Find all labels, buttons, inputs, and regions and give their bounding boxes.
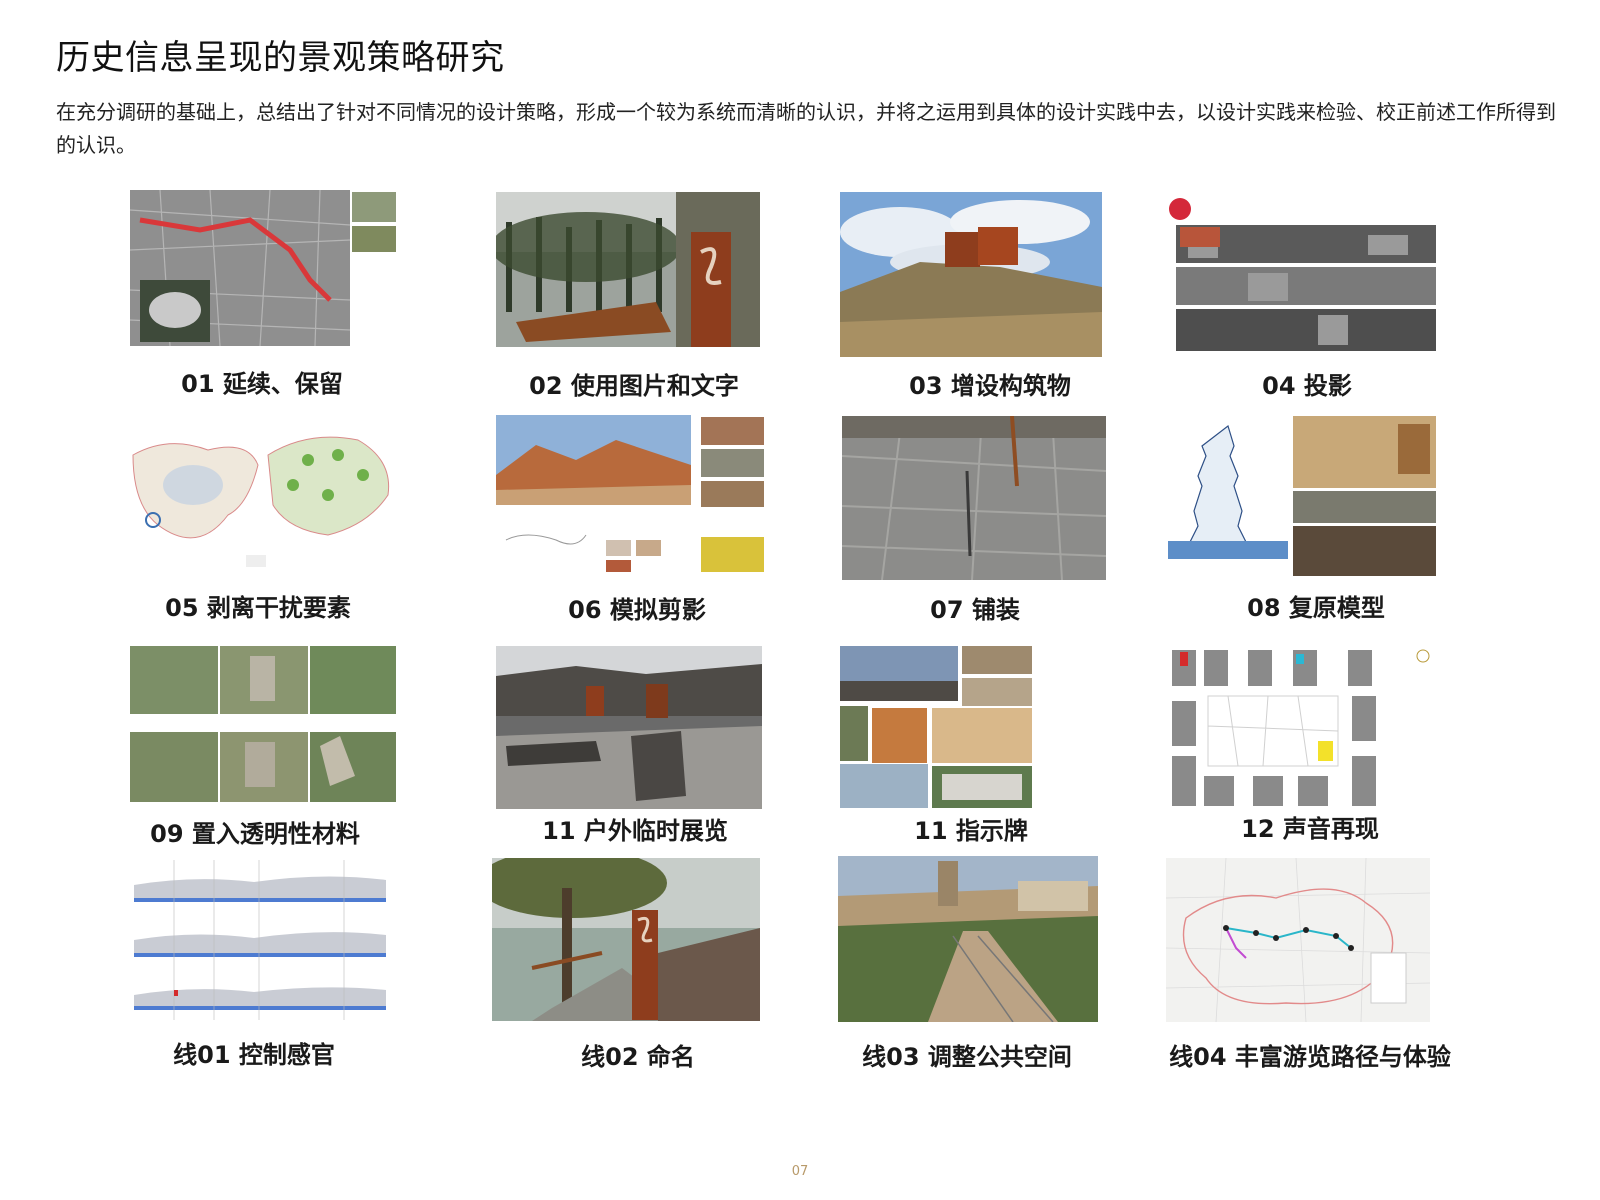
thumbnail-11-signboards [840,646,1110,810]
thumbnail-01-aerial-map [130,190,398,346]
thumbnail-04-projection [1168,195,1436,358]
strategy-caption-line04: 线04 丰富游览路径与体验 [1169,1043,1451,1071]
thumbnail-09-ruins [130,646,396,810]
thumbnail-line04-route-map [1166,858,1430,1022]
strategy-caption-05: 05 剥离干扰要素 [165,594,351,622]
strategy-caption-06: 06 模拟剪影 [568,596,706,624]
strategy-caption-02: 02 使用图片和文字 [529,372,739,400]
thumbnail-03-structure [840,192,1102,357]
strategy-caption-line02: 线02 命名 [581,1043,695,1071]
strategy-caption-11-exhibition: 11 户外临时展览 [542,817,728,845]
thumbnail-07-paving [842,416,1106,580]
strategy-caption-01: 01 延续、保留 [181,370,343,398]
page-title: 历史信息呈现的景观策略研究 [56,38,505,78]
strategy-caption-11-signboard: 11 指示牌 [914,817,1028,845]
strategy-caption-04: 04 投影 [1262,372,1352,400]
thumbnail-line03-public-space [838,856,1098,1022]
strategy-caption-03: 03 增设构筑物 [909,372,1071,400]
strategy-caption-07: 07 铺装 [930,596,1020,624]
thumbnail-02-forest-sign [496,192,760,347]
intro-paragraph: 在充分调研的基础上，总结出了针对不同情况的设计策略，形成一个较为系统而清晰的认识… [56,100,1556,157]
thumbnail-05-site-plans [128,415,398,585]
strategy-caption-line01: 线01 控制感官 [173,1041,335,1069]
thumbnail-line01-sections [134,860,386,1020]
page-number: 07 [791,1164,809,1179]
strategy-caption-line03: 线03 调整公共空间 [862,1043,1072,1071]
thumbnail-line02-naming [492,858,760,1021]
thumbnail-08-model [1168,416,1438,581]
strategy-caption-09: 09 置入透明性材料 [150,820,360,848]
thumbnail-06-silhouette [496,415,766,580]
strategy-caption-12: 12 声音再现 [1241,815,1379,843]
strategy-caption-08: 08 复原模型 [1247,594,1385,622]
thumbnail-12-sound [1168,646,1438,810]
thumbnail-11-outdoor-exhibition [496,646,762,809]
